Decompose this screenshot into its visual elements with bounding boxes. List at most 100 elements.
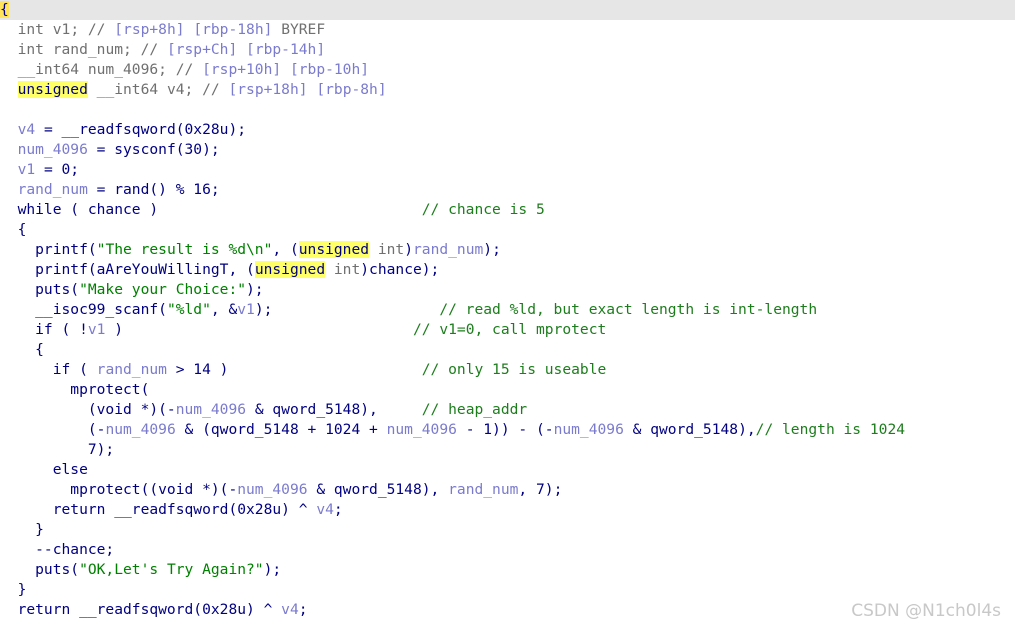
code-line[interactable]: __isoc99_scanf("%ld", &v1); // read %ld,… bbox=[0, 300, 1015, 320]
code-token: int bbox=[17, 41, 44, 58]
code-token: , & bbox=[210, 301, 238, 318]
code-line[interactable]: { bbox=[0, 340, 1015, 360]
code-token: , ( bbox=[272, 241, 299, 258]
code-token: int bbox=[325, 261, 361, 278]
code-variable: [rsp+8h] [rbp-18h] bbox=[114, 21, 273, 38]
code-token: mprotect( bbox=[0, 381, 150, 398]
code-variable: num_4096 bbox=[553, 421, 624, 438]
code-line[interactable] bbox=[0, 100, 1015, 120]
code-variable: rand_num bbox=[448, 481, 519, 498]
code-variable: num_4096 bbox=[105, 421, 176, 438]
code-string: "Make your Choice:" bbox=[79, 281, 247, 298]
code-string: "%ld" bbox=[166, 301, 211, 318]
code-token: = 0; bbox=[35, 161, 80, 178]
code-line[interactable]: __int64 num_4096; // [rsp+10h] [rbp-10h] bbox=[0, 60, 1015, 80]
code-variable: v4 bbox=[17, 121, 36, 138]
code-variable: v4 bbox=[281, 601, 299, 618]
code-line[interactable]: unsigned __int64 v4; // [rsp+18h] [rbp-8… bbox=[0, 80, 1015, 100]
code-variable: rand_num bbox=[413, 241, 484, 258]
code-line[interactable]: puts("OK,Let's Try Again?"); bbox=[0, 560, 1015, 580]
code-line[interactable]: if ( !v1 ) // v1=0, call mprotect bbox=[0, 320, 1015, 340]
code-line[interactable]: mprotect( bbox=[0, 380, 1015, 400]
code-line[interactable]: if ( rand_num > 14 ) // only 15 is useab… bbox=[0, 360, 1015, 380]
code-variable: v4 bbox=[316, 501, 334, 518]
code-comment: // only 15 is useable bbox=[421, 361, 607, 378]
code-token: = sysconf(30); bbox=[87, 141, 220, 158]
code-token: } bbox=[0, 581, 27, 598]
code-token: puts( bbox=[0, 281, 80, 298]
code-token: ; bbox=[333, 501, 343, 518]
code-line[interactable]: int rand_num; // [rsp+Ch] [rbp-14h] bbox=[0, 40, 1015, 60]
code-token: return __readfsqword(0x28u) ^ bbox=[0, 601, 282, 618]
code-token: return __readfsqword(0x28u) ^ bbox=[0, 501, 317, 518]
code-token: --chance; bbox=[0, 541, 115, 558]
code-line[interactable]: 7); bbox=[0, 440, 1015, 460]
code-token: while ( chance ) bbox=[0, 201, 422, 218]
code-token: & qword_5148), bbox=[246, 401, 422, 418]
code-line[interactable]: --chance; bbox=[0, 540, 1015, 560]
code-token: (- bbox=[0, 421, 106, 438]
code-token: if ( bbox=[0, 361, 97, 378]
code-token: { bbox=[0, 341, 44, 358]
code-line[interactable]: return __readfsqword(0x28u) ^ v4; bbox=[0, 500, 1015, 520]
code-token: 7); bbox=[0, 441, 115, 458]
code-variable: num_4096 bbox=[175, 401, 247, 418]
code-line[interactable]: num_4096 = sysconf(30); bbox=[0, 140, 1015, 160]
code-line[interactable]: rand_num = rand() % 16; bbox=[0, 180, 1015, 200]
code-variable: num_4096 bbox=[386, 421, 457, 438]
code-line[interactable]: } bbox=[0, 520, 1015, 540]
code-line[interactable]: int v1; // [rsp+8h] [rbp-18h] BYREF bbox=[0, 20, 1015, 40]
watermark-text: CSDN @N1ch0l4s bbox=[851, 601, 1001, 621]
code-line[interactable]: { bbox=[0, 220, 1015, 240]
code-token: > 14 ) bbox=[166, 361, 422, 378]
code-line[interactable]: printf(aAreYouWillingT, (unsigned int)ch… bbox=[0, 260, 1015, 280]
code-token: ) bbox=[105, 321, 413, 338]
code-variable: v1 bbox=[87, 321, 106, 338]
code-variable: v1 bbox=[17, 161, 36, 178]
code-line[interactable]: mprotect((void *)(-num_4096 & qword_5148… bbox=[0, 480, 1015, 500]
code-token: ; bbox=[298, 601, 308, 618]
code-line[interactable]: } bbox=[0, 580, 1015, 600]
code-string: "The result is %d\n" bbox=[96, 241, 273, 258]
code-token: ; // bbox=[70, 21, 115, 38]
code-variable: rand_num bbox=[96, 361, 167, 378]
pseudocode-view[interactable]: { int v1; // [rsp+8h] [rbp-18h] BYREF in… bbox=[0, 0, 1015, 632]
code-line[interactable]: puts("Make your Choice:"); bbox=[0, 280, 1015, 300]
code-line[interactable]: else bbox=[0, 460, 1015, 480]
code-variable: v1 bbox=[237, 301, 255, 318]
code-line[interactable]: (void *)(-num_4096 & qword_5148), // hea… bbox=[0, 400, 1015, 420]
code-token: printf( bbox=[0, 241, 97, 258]
code-line[interactable]: (-num_4096 & (qword_5148 + 1024 + num_40… bbox=[0, 420, 1015, 440]
code-line[interactable]: while ( chance ) // chance is 5 bbox=[0, 200, 1015, 220]
code-token: v1 bbox=[52, 21, 71, 38]
code-token: int bbox=[17, 21, 44, 38]
code-token: { bbox=[0, 221, 27, 238]
code-token: (void *)(- bbox=[0, 401, 176, 418]
code-token: ); bbox=[483, 241, 501, 258]
code-token: - 1)) - (- bbox=[456, 421, 554, 438]
code-line[interactable]: printf("The result is %d\n", (unsigned i… bbox=[0, 240, 1015, 260]
code-token: puts( bbox=[0, 561, 80, 578]
code-token: , 7); bbox=[518, 481, 563, 498]
code-token: __int64 num_4096; // bbox=[0, 61, 203, 78]
code-variable: [rsp+18h] [rbp-8h] bbox=[228, 81, 387, 98]
code-token: ); bbox=[263, 561, 282, 578]
code-token: mprotect((void *)(- bbox=[0, 481, 238, 498]
code-line[interactable]: v4 = __readfsqword(0x28u); bbox=[0, 120, 1015, 140]
code-token: & qword_5148), bbox=[307, 481, 449, 498]
cursor-brace: { bbox=[0, 1, 9, 18]
highlighted-token: unsigned bbox=[17, 81, 88, 98]
code-variable: num_4096 bbox=[17, 141, 88, 158]
code-token: if ( ! bbox=[0, 321, 88, 338]
code-token: = rand() % 16; bbox=[87, 181, 220, 198]
highlighted-token: unsigned bbox=[298, 241, 370, 258]
code-line[interactable]: { bbox=[0, 0, 1015, 20]
code-line[interactable]: v1 = 0; bbox=[0, 160, 1015, 180]
code-variable: rand_num bbox=[17, 181, 88, 198]
